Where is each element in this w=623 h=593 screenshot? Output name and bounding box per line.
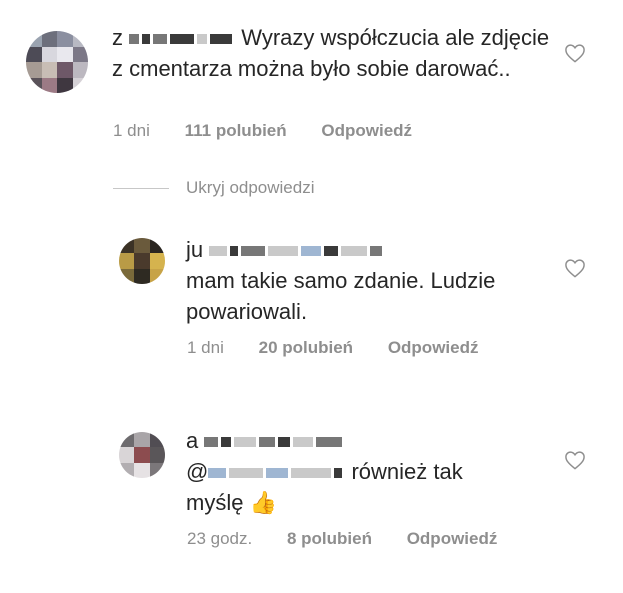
- comment-meta: 23 godz. 8 polubień Odpowiedź: [187, 527, 498, 551]
- comment-time[interactable]: 1 dni: [113, 121, 150, 140]
- reply-button[interactable]: Odpowiedź: [407, 527, 498, 551]
- avatar[interactable]: [119, 238, 165, 284]
- avatar[interactable]: [26, 31, 88, 93]
- comment-meta: 1 dni 20 polubień Odpowiedź: [187, 336, 484, 360]
- reply-button[interactable]: Odpowiedź: [388, 336, 484, 360]
- username[interactable]: a: [186, 428, 345, 453]
- username[interactable]: ju: [186, 237, 385, 262]
- comment-body: a @ również tak myślę 👍: [186, 425, 526, 518]
- avatar[interactable]: [119, 432, 165, 478]
- comment-meta: 1 dni 111 polubień Odpowiedź: [113, 119, 412, 143]
- comment-time[interactable]: 1 dni: [187, 338, 224, 357]
- heart-outline-icon[interactable]: [564, 43, 586, 63]
- comment-time[interactable]: 23 godz.: [187, 529, 252, 548]
- comment-likes[interactable]: 20 polubień: [259, 338, 353, 357]
- comment-text: mam takie samo zdanie. Ludzie powariowal…: [186, 268, 496, 324]
- heart-outline-icon[interactable]: [564, 450, 586, 470]
- comment-body: z Wyrazy współczucia ale zdjęcie z cment…: [112, 22, 552, 84]
- mention[interactable]: @: [186, 459, 345, 484]
- comment-body: ju mam takie samo zdanie. Ludzie powario…: [186, 234, 546, 327]
- reply-button[interactable]: Odpowiedź: [321, 119, 412, 143]
- username[interactable]: z: [112, 25, 235, 50]
- heart-outline-icon[interactable]: [564, 258, 586, 278]
- comment-likes[interactable]: 111 polubień: [185, 121, 287, 140]
- thumbs-up-emoji: 👍: [249, 490, 277, 515]
- comment-likes[interactable]: 8 polubień: [287, 529, 372, 548]
- replies-divider: [113, 188, 169, 189]
- hide-replies-button[interactable]: Ukryj odpowiedzi: [186, 178, 315, 198]
